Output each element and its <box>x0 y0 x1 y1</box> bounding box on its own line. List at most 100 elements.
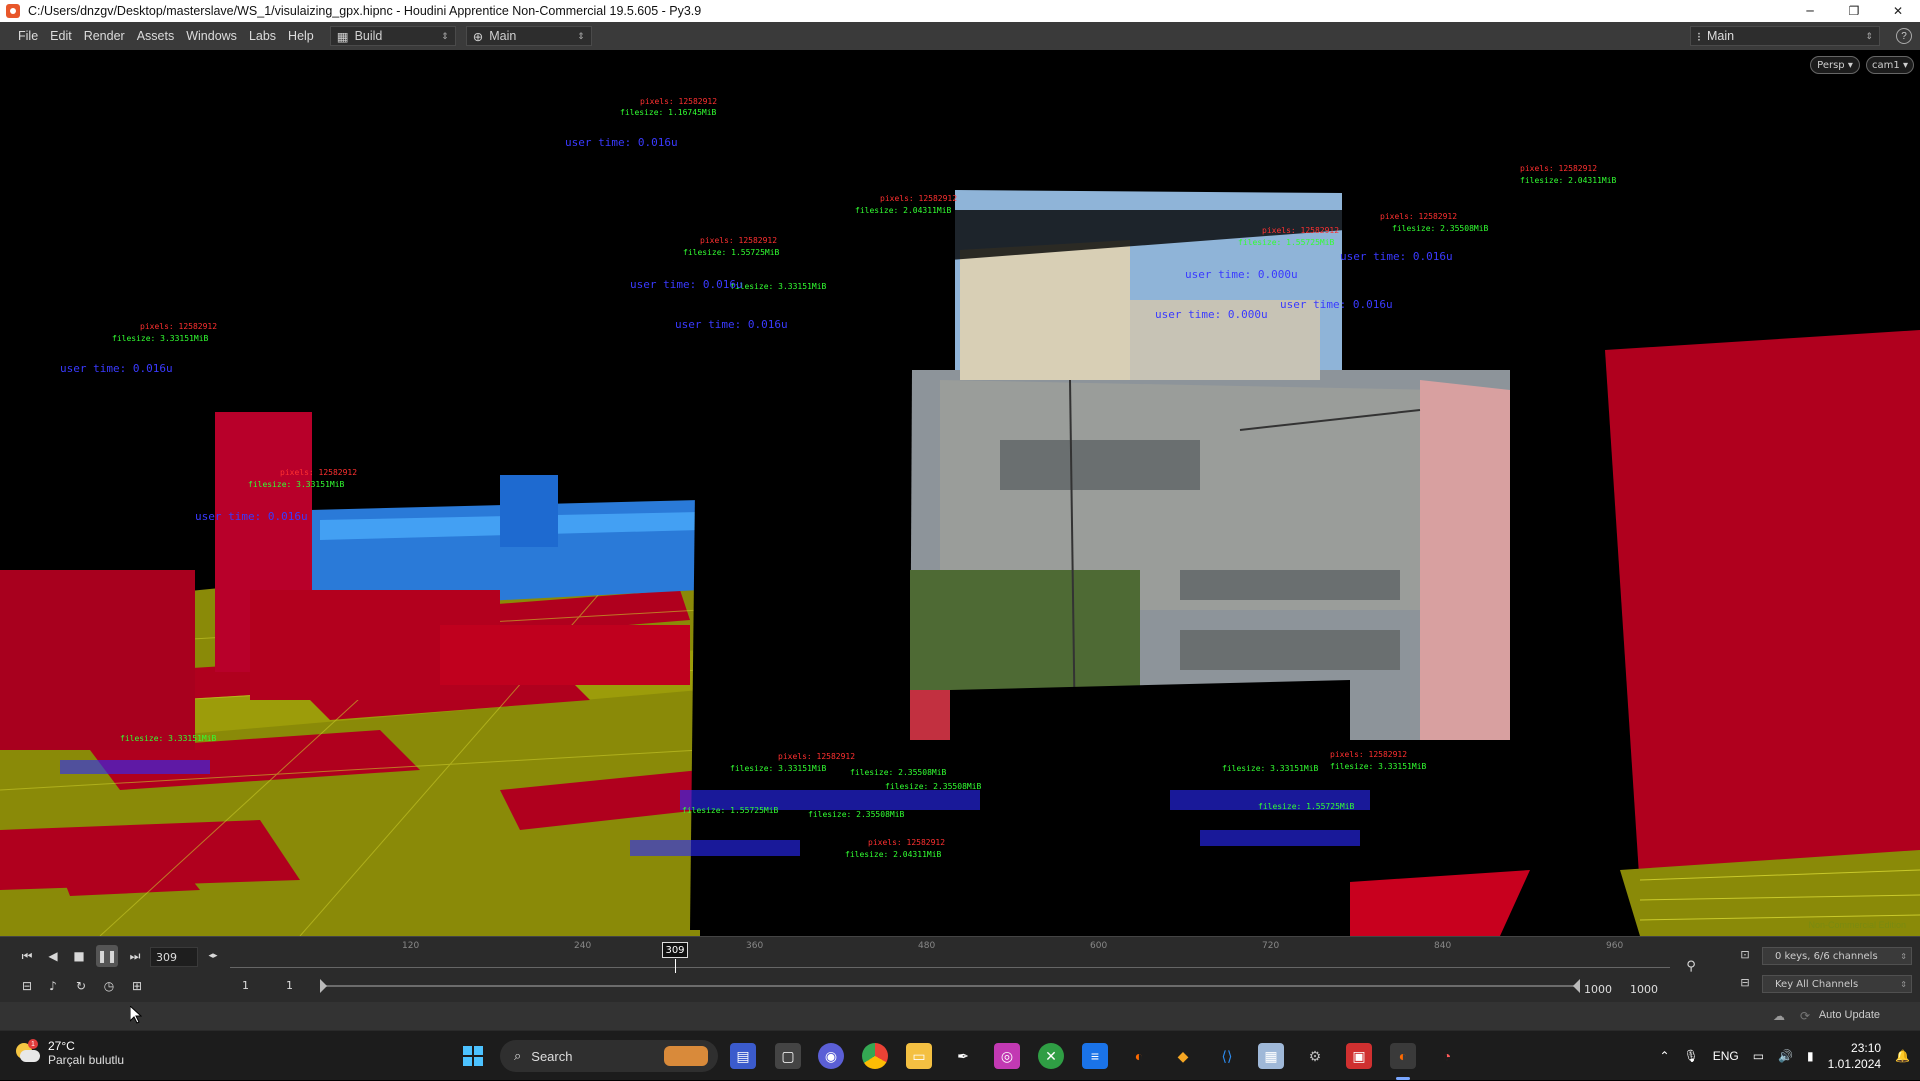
overlay-stat-text: pixels: 12582912 <box>778 752 856 761</box>
keys-channels-label: 0 keys, 6/6 channels <box>1775 950 1878 962</box>
pdf-reader-icon[interactable]: ▣ <box>1346 1043 1372 1069</box>
scene-viewport[interactable]: pixels: 12582912 filesize: 1.16745MiB user… <box>0 50 1920 936</box>
clock[interactable]: 23:10 1.01.2024 <box>1828 1040 1881 1072</box>
audio-icon[interactable]: ⊟ <box>16 975 38 997</box>
shelf-set-select[interactable]: ▦ Build ⇕ <box>329 26 456 46</box>
range-start[interactable]: 1 <box>242 979 249 992</box>
timeline[interactable]: 120 240 360 480 600 720 840 960 309 <box>230 941 1670 973</box>
status-cloud-icon[interactable]: ☁ <box>1768 1005 1790 1027</box>
tick-label: 240 <box>574 941 592 951</box>
keys-channels-menu[interactable]: 0 keys, 6/6 channels ⇕ <box>1762 947 1912 965</box>
weather-widget[interactable]: 1 27°C Parçalı bulutlu <box>14 1039 124 1067</box>
image-viewer-icon[interactable]: ▦ <box>1258 1043 1284 1069</box>
range-end-handle[interactable] <box>1573 979 1580 993</box>
persp-view-menu[interactable]: Persp ▾ <box>1810 56 1860 74</box>
file-explorer-icon[interactable]: ▭ <box>906 1043 932 1069</box>
git-icon[interactable]: ◆ <box>1170 1043 1196 1069</box>
jump-end-button[interactable]: ⏭ <box>124 945 146 967</box>
network-icon[interactable]: ▭ <box>1753 1049 1764 1063</box>
houdini-fx-icon[interactable]: ◔ <box>1434 1043 1460 1069</box>
play-reverse-button[interactable]: ◀ <box>42 945 64 967</box>
menu-file[interactable]: File <box>12 29 44 43</box>
keyframe-icon[interactable]: ⊟ <box>1734 971 1756 993</box>
updown-icon: ⇕ <box>1900 951 1907 961</box>
menu-labs[interactable]: Labs <box>243 29 282 43</box>
help-icon[interactable]: ? <box>1896 28 1912 44</box>
overlay-stat-text: filesize: 2.35508MiB <box>1392 224 1489 233</box>
range-end-visible[interactable]: 1000 <box>1584 983 1612 996</box>
frame-range-bar[interactable]: 1 1 <box>230 979 1580 993</box>
tick-label: 720 <box>1262 941 1280 951</box>
task-view-icon[interactable]: ▢ <box>775 1043 801 1069</box>
widgets-app-icon[interactable]: ▤ <box>730 1043 756 1069</box>
microphone-icon[interactable]: 🎙 <box>1684 1049 1699 1063</box>
sound-icon[interactable]: ♪ <box>42 975 64 997</box>
overlay-stat-text: pixels: 12582912 <box>140 322 218 331</box>
vscode-icon[interactable]: ⟨⟩ <box>1214 1043 1240 1069</box>
overlay-stat-text: filesize: 1.55725MiB <box>683 248 780 257</box>
range-end[interactable]: 1000 <box>1630 983 1658 996</box>
overlay-stat-text: pixels: 12582912 <box>1330 750 1408 759</box>
scene-render <box>0 50 1920 936</box>
houdini-launcher-icon[interactable]: ◐ <box>1126 1043 1152 1069</box>
loop-icon[interactable]: ↻ <box>70 975 92 997</box>
window-title: C:/Users/dnzgv/Desktop/masterslave/WS_1/… <box>28 4 702 18</box>
range-start-visible[interactable]: 1 <box>286 979 293 992</box>
notification-icon[interactable]: 🔔 <box>1895 1049 1910 1063</box>
settings-icon[interactable]: ⚙ <box>1302 1043 1328 1069</box>
inkscape-icon[interactable]: ✒ <box>950 1043 976 1069</box>
menu-render[interactable]: Render <box>78 29 131 43</box>
close-button[interactable]: ✕ <box>1876 0 1920 22</box>
overlay-stat-text: pixels: 12582912 <box>868 838 946 847</box>
current-frame-field[interactable]: 309 <box>150 947 198 967</box>
stop-button[interactable]: ■ <box>68 945 90 967</box>
title-bar: C:/Users/dnzgv/Desktop/masterslave/WS_1/… <box>0 0 1920 22</box>
desktop-select[interactable]: ⊕ Main ⇕ <box>465 26 592 46</box>
range-icon[interactable]: ⊞ <box>126 975 148 997</box>
overlay-stat-text: user time: 0.016u <box>195 510 308 523</box>
language-indicator[interactable]: ENG <box>1713 1049 1739 1063</box>
auto-update-menu[interactable]: Auto Update <box>1819 1009 1880 1021</box>
minimize-button[interactable]: ─ <box>1788 0 1832 22</box>
houdini-taskbar-icon[interactable]: ◐ <box>1390 1043 1416 1069</box>
weather-badge: 1 <box>28 1039 38 1049</box>
notes-icon[interactable]: ≡ <box>1082 1043 1108 1069</box>
channel-icon[interactable]: ⊡ <box>1734 943 1756 965</box>
step-buttons[interactable]: ◂▸ <box>202 945 224 967</box>
tick-label: 840 <box>1434 941 1452 951</box>
shelf-set-label: Build <box>354 29 383 43</box>
status-refresh-icon[interactable]: ⟳ <box>1794 1005 1816 1027</box>
start-button[interactable] <box>460 1043 486 1069</box>
menu-assets[interactable]: Assets <box>131 29 181 43</box>
instagram-icon[interactable]: ◎ <box>994 1043 1020 1069</box>
realtime-icon[interactable]: ◷ <box>98 975 120 997</box>
menu-help[interactable]: Help <box>282 29 320 43</box>
key-all-channels-menu[interactable]: Key All Channels ⇕ <box>1762 975 1912 993</box>
volume-icon[interactable]: 🔊 <box>1778 1049 1793 1063</box>
menu-edit[interactable]: Edit <box>44 29 78 43</box>
chrome-icon[interactable] <box>862 1043 888 1069</box>
camera-menu[interactable]: cam1 ▾ <box>1866 56 1914 74</box>
taskbar-search[interactable]: ⌕ Search <box>500 1040 718 1072</box>
key-icon[interactable]: ⚲ <box>1680 955 1702 977</box>
menu-windows[interactable]: Windows <box>180 29 243 43</box>
tick-label: 480 <box>918 941 936 951</box>
pane-desktop-select[interactable]: ⁝ Main ⇕ <box>1690 26 1880 46</box>
chevron-up-icon[interactable]: ⌃ <box>1659 1049 1669 1063</box>
battery-icon[interactable]: ▮ <box>1807 1049 1814 1063</box>
overlay-stat-text: filesize: 2.04311MiB <box>855 206 952 215</box>
range-start-handle[interactable] <box>320 979 327 993</box>
overlay-stat-text: pixels: 12582912 <box>1262 226 1340 235</box>
overlay-stat-text: user time: 0.016u <box>1280 298 1393 311</box>
weather-condition: Parçalı bulutlu <box>48 1053 125 1067</box>
overlay-stat-text: filesize: 3.33151MiB <box>120 734 217 743</box>
overlay-stat-text: pixels: 12582912 <box>700 236 778 245</box>
xbox-icon[interactable]: ✕ <box>1038 1043 1064 1069</box>
teams-icon[interactable]: ◉ <box>818 1043 844 1069</box>
pause-button[interactable]: ❚❚ <box>96 945 118 967</box>
maximize-button[interactable]: ❐ <box>1832 0 1876 22</box>
pane-desktop-label: Main <box>1706 29 1735 43</box>
jump-start-button[interactable]: ⏮ <box>16 945 38 967</box>
key-all-label: Key All Channels <box>1775 978 1859 990</box>
playhead[interactable]: 309 <box>662 942 688 958</box>
